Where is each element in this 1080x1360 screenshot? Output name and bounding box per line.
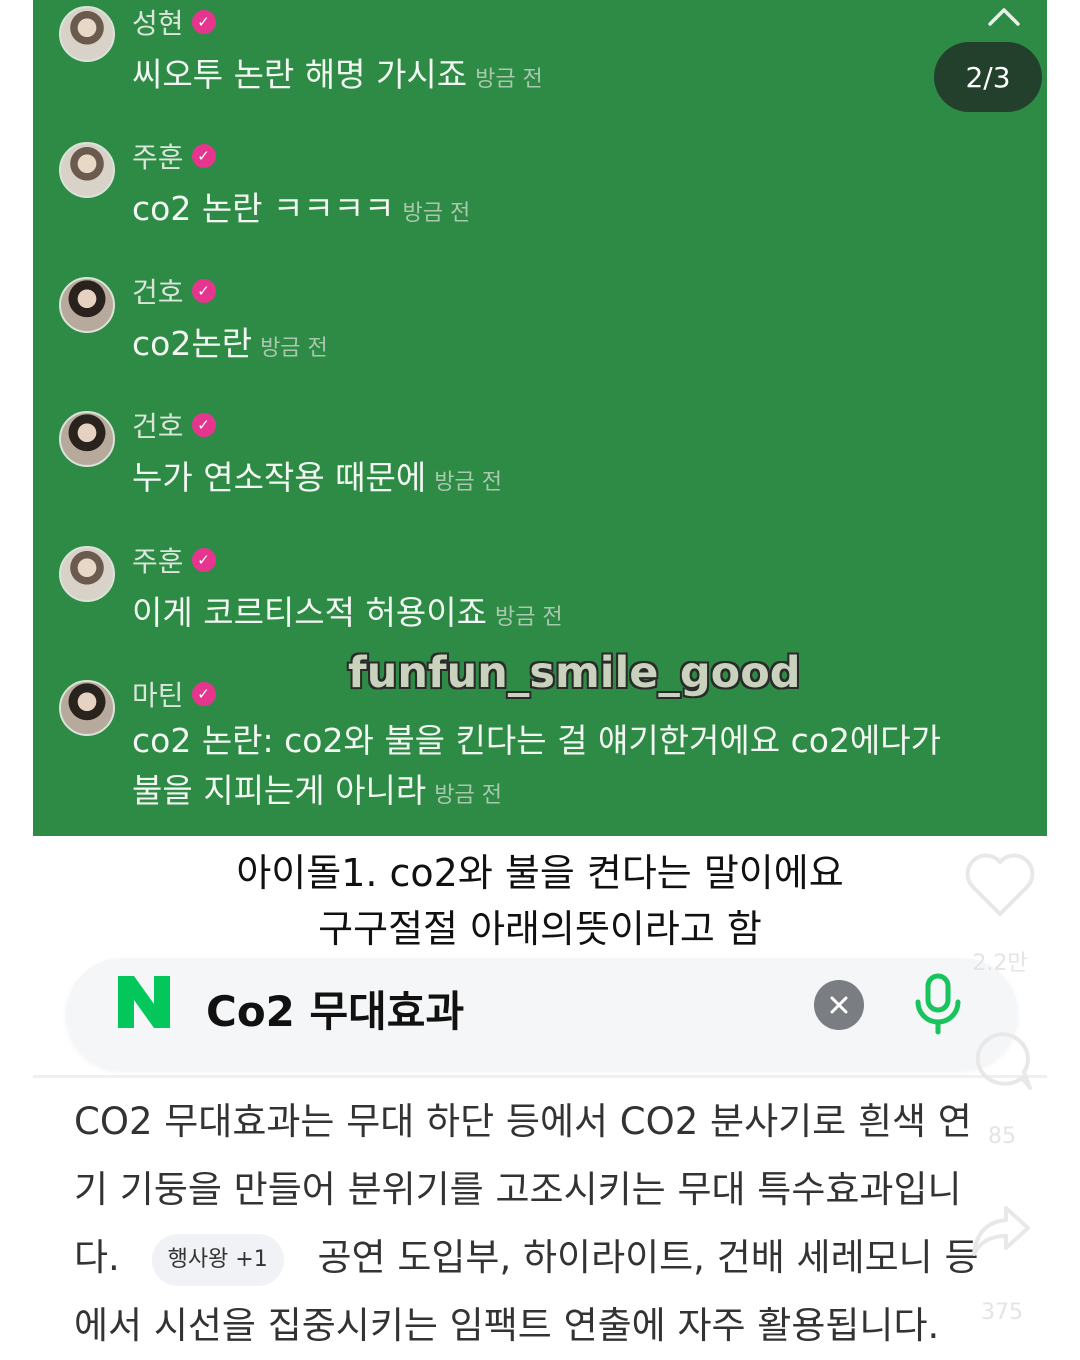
verified-badge-icon: ✓: [191, 548, 216, 572]
message-time: 방금 전: [434, 783, 502, 808]
watermark-text: funfun_smile_good: [348, 648, 801, 698]
avatar: [59, 142, 115, 198]
clear-search-button[interactable]: [814, 980, 864, 1030]
message-time: 방금 전: [260, 336, 328, 361]
avatar: [59, 546, 115, 602]
avatar: [59, 411, 115, 467]
verified-badge-icon: ✓: [191, 413, 216, 437]
chevron-up-icon[interactable]: [984, 2, 1024, 32]
like-count: 2.2만: [972, 951, 1028, 976]
comment-icon[interactable]: [966, 1026, 1036, 1096]
message-text: co2 논란 ㅋㅋㅋㅋ: [132, 189, 395, 228]
message-text: 불을 지피는게 아니라: [132, 771, 427, 810]
message-time: 방금 전: [434, 470, 502, 495]
sender-name: 주훈: [132, 545, 184, 578]
message-text: 이게 코르티스적 허용이죠: [132, 593, 487, 632]
caption-line: 아이돌1. co2와 불을 켠다는 말이에요: [236, 851, 844, 895]
sender-name: 성현: [132, 7, 184, 40]
message-time: 방금 전: [402, 201, 471, 226]
microphone-icon[interactable]: [910, 972, 966, 1036]
verified-badge-icon: ✓: [191, 279, 216, 303]
message-text: co2논란: [132, 324, 253, 363]
avatar: [59, 277, 115, 333]
page-indicator: 2/3: [934, 42, 1042, 112]
message-text: co2 논란: co2와 불을 킨다는 걸 얘기한거에요 co2에다가: [132, 721, 942, 760]
chat-panel: 성현 ✓ 씨오투 논란 해명 가시죠 방금 전 주훈 ✓ co2 논란 ㅋㅋㅋㅋ 방…: [33, 0, 1047, 836]
naver-logo-icon: [118, 976, 170, 1028]
sender-name: 건호: [132, 410, 184, 443]
divider: [33, 1075, 1047, 1078]
comment-count: 85: [988, 1124, 1016, 1149]
close-icon: [830, 996, 848, 1014]
avatar: [59, 6, 115, 62]
avatar: [59, 680, 115, 736]
caption-line: 구구절절 아래의뜻이라고 함: [318, 907, 762, 951]
sender-name: 주훈: [132, 141, 184, 174]
share-icon[interactable]: [968, 1198, 1034, 1264]
verified-badge-icon: ✓: [191, 10, 216, 34]
message-time: 방금 전: [494, 605, 563, 630]
verified-badge-icon: ✓: [191, 682, 216, 706]
verified-badge-icon: ✓: [191, 144, 216, 168]
message-time: 방금 전: [475, 67, 543, 92]
tag-chip[interactable]: 행사왕 +1: [151, 1233, 284, 1286]
share-count: 375: [981, 1300, 1023, 1325]
sender-name: 마틴: [132, 679, 184, 712]
sender-name: 건호: [132, 276, 184, 309]
message-text: 씨오투 논란 해명 가시죠: [132, 55, 468, 94]
message-text: 누가 연소작용 때문에: [132, 458, 427, 497]
heart-icon[interactable]: [962, 850, 1038, 920]
search-result-text: CO2 무대효과는 무대 하단 등에서 CO2 분사기로 흰색 연기 기둥을 만…: [74, 1088, 1004, 1360]
search-input[interactable]: Co2 무대효과: [206, 978, 464, 1039]
